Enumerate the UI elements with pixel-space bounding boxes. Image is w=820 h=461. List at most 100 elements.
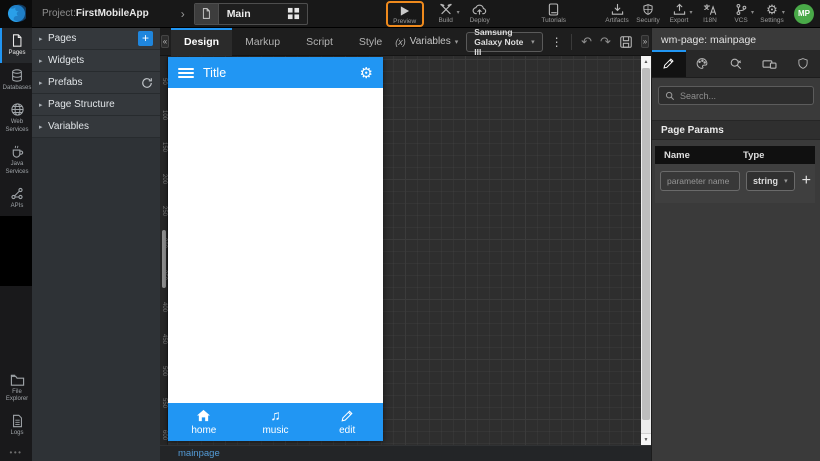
tab-markup[interactable]: Markup: [232, 28, 293, 56]
chevron-down-icon: ▾: [454, 38, 459, 46]
export-button[interactable]: ▾ Export: [666, 3, 693, 24]
caret-down-icon: ▾: [784, 178, 788, 185]
section-page-params[interactable]: Page Params: [652, 120, 820, 140]
chevron-right-icon: ▸: [39, 35, 43, 43]
music-icon: ♫: [270, 407, 281, 423]
i18n-button[interactable]: I18N: [697, 3, 723, 24]
app-logo[interactable]: [0, 0, 32, 28]
ruler-tick: 600: [161, 430, 167, 441]
tab-style[interactable]: Style: [346, 28, 395, 56]
rail-item-databases[interactable]: Databases: [0, 63, 32, 98]
rail-item-logs[interactable]: Logs: [0, 409, 32, 443]
inspector-panel: wm-page: mainpage Search... Page Params …: [651, 28, 820, 461]
database-icon: [10, 68, 24, 83]
scrollbar-thumb[interactable]: [642, 68, 650, 420]
palette-icon: [695, 57, 709, 70]
params-input-row: string ▾ +: [655, 164, 815, 203]
globe-icon: [10, 102, 25, 117]
section-pages[interactable]: ▸ Pages +: [32, 28, 160, 50]
coffee-icon: [10, 144, 25, 159]
tab-devices[interactable]: [753, 50, 787, 77]
caret-down-icon: ▾: [531, 38, 535, 46]
tab-styles[interactable]: [686, 50, 720, 77]
phone-gear-icon[interactable]: ⚙: [360, 64, 373, 82]
device-selector[interactable]: Samsung Galaxy Note III ▾: [466, 27, 543, 57]
deploy-button[interactable]: Deploy: [467, 3, 493, 24]
nodes-icon: [10, 186, 24, 201]
phone-bottom-nav: home ♫ music edit: [168, 403, 383, 441]
section-widgets[interactable]: ▸ Widgets: [32, 50, 160, 72]
tab-events[interactable]: [719, 50, 753, 77]
security-button[interactable]: Security: [635, 3, 661, 24]
rail-bottom-group: File Explorer Logs •••: [0, 368, 32, 460]
vcs-button[interactable]: ▾ VCS: [728, 3, 754, 24]
parameter-name-input[interactable]: [660, 171, 740, 191]
artifacts-button[interactable]: Artifacts: [604, 3, 630, 24]
undo-icon[interactable]: ↶: [581, 34, 592, 50]
explorer-panel: ▸ Pages + ▸ Widgets ▸ Prefabs ▸ Page Str…: [32, 28, 160, 461]
section-page-structure[interactable]: ▸ Page Structure: [32, 94, 160, 116]
section-prefabs[interactable]: ▸ Prefabs: [32, 72, 160, 94]
breadcrumb-chevron-icon: ›: [180, 6, 185, 21]
caret-down-icon: ▾: [456, 10, 460, 16]
inspector-search[interactable]: [658, 86, 814, 105]
variables-dropdown[interactable]: (x) Variables ▾: [395, 36, 458, 47]
redo-icon[interactable]: ↷: [600, 34, 611, 50]
add-parameter-button[interactable]: +: [802, 173, 811, 189]
inspector-tabs: [652, 50, 820, 78]
settings-button[interactable]: ⚙ ▾ Settings: [759, 3, 785, 24]
rail-item-apis[interactable]: APIs: [0, 181, 32, 216]
save-icon[interactable]: [619, 35, 633, 49]
log-file-icon: [11, 414, 24, 428]
phone-content-area[interactable]: [168, 88, 383, 403]
design-canvas[interactable]: 50 100 150 200 250 300 350 400 450 500 5…: [160, 56, 651, 445]
tab-security[interactable]: [786, 50, 820, 77]
nav-item-music[interactable]: ♫ music: [240, 403, 312, 441]
pencil-icon: [662, 57, 675, 70]
phone-preview[interactable]: Title ⚙ home ♫ music edit: [168, 57, 383, 441]
page-grid-icon[interactable]: [281, 4, 307, 24]
collapse-left-panel-button[interactable]: «: [161, 35, 170, 48]
expand-right-panel-button[interactable]: »: [640, 35, 649, 48]
canvas-breadcrumb-bar: mainpage: [160, 445, 651, 461]
rail-item-file-explorer[interactable]: File Explorer: [0, 368, 32, 409]
ruler-tick: 100: [161, 110, 167, 121]
page-selector[interactable]: Main: [193, 2, 308, 25]
search-input[interactable]: [680, 90, 807, 101]
tab-script[interactable]: Script: [293, 28, 346, 56]
toolbar-divider: [570, 33, 572, 50]
scroll-down-arrow-icon[interactable]: ▼: [641, 433, 651, 445]
rail-item-java-services[interactable]: Java Services: [0, 139, 32, 181]
breadcrumb[interactable]: mainpage: [178, 448, 220, 459]
gear-icon: ⚙ ▾: [766, 2, 785, 17]
home-icon: [196, 408, 211, 423]
hamburger-menu-icon[interactable]: [178, 66, 194, 80]
nav-item-home[interactable]: home: [168, 403, 240, 441]
tab-properties[interactable]: [652, 50, 686, 77]
preview-button[interactable]: Preview: [392, 4, 418, 25]
parameter-type-select[interactable]: string ▾: [746, 171, 795, 191]
kebab-menu-icon[interactable]: ⋮: [551, 35, 563, 49]
events-search-icon: [729, 57, 743, 71]
phone-title-bar[interactable]: Title ⚙: [168, 57, 383, 88]
caret-down-icon: ▾: [689, 10, 693, 16]
wavemaker-studio: Project:FirstMobileApp › Main Preview ▾: [0, 0, 820, 461]
build-button[interactable]: ▾ Build: [433, 3, 460, 24]
nav-item-edit[interactable]: edit: [311, 403, 383, 441]
rail-item-web-services[interactable]: Web Services: [0, 97, 32, 139]
document-icon: [10, 33, 24, 48]
rail-item-pages[interactable]: Pages: [0, 28, 32, 63]
scroll-up-arrow-icon[interactable]: ▲: [641, 56, 651, 68]
user-avatar[interactable]: MP: [794, 3, 814, 24]
refresh-icon[interactable]: [141, 77, 153, 89]
tutorials-button[interactable]: Tutorials: [541, 3, 567, 24]
section-variables[interactable]: ▸ Variables: [32, 116, 160, 138]
ruler-scrollbar-thumb[interactable]: [162, 230, 166, 288]
tab-design[interactable]: Design: [171, 27, 233, 56]
cloud-upload-icon: [472, 3, 487, 16]
rail-more-button[interactable]: •••: [0, 442, 32, 459]
add-page-button[interactable]: +: [138, 31, 153, 46]
canvas-vertical-scrollbar[interactable]: ▲ ▼: [641, 56, 651, 445]
ruler-tick: 50: [161, 78, 167, 85]
project-name: Project:FirstMobileApp: [42, 8, 149, 19]
